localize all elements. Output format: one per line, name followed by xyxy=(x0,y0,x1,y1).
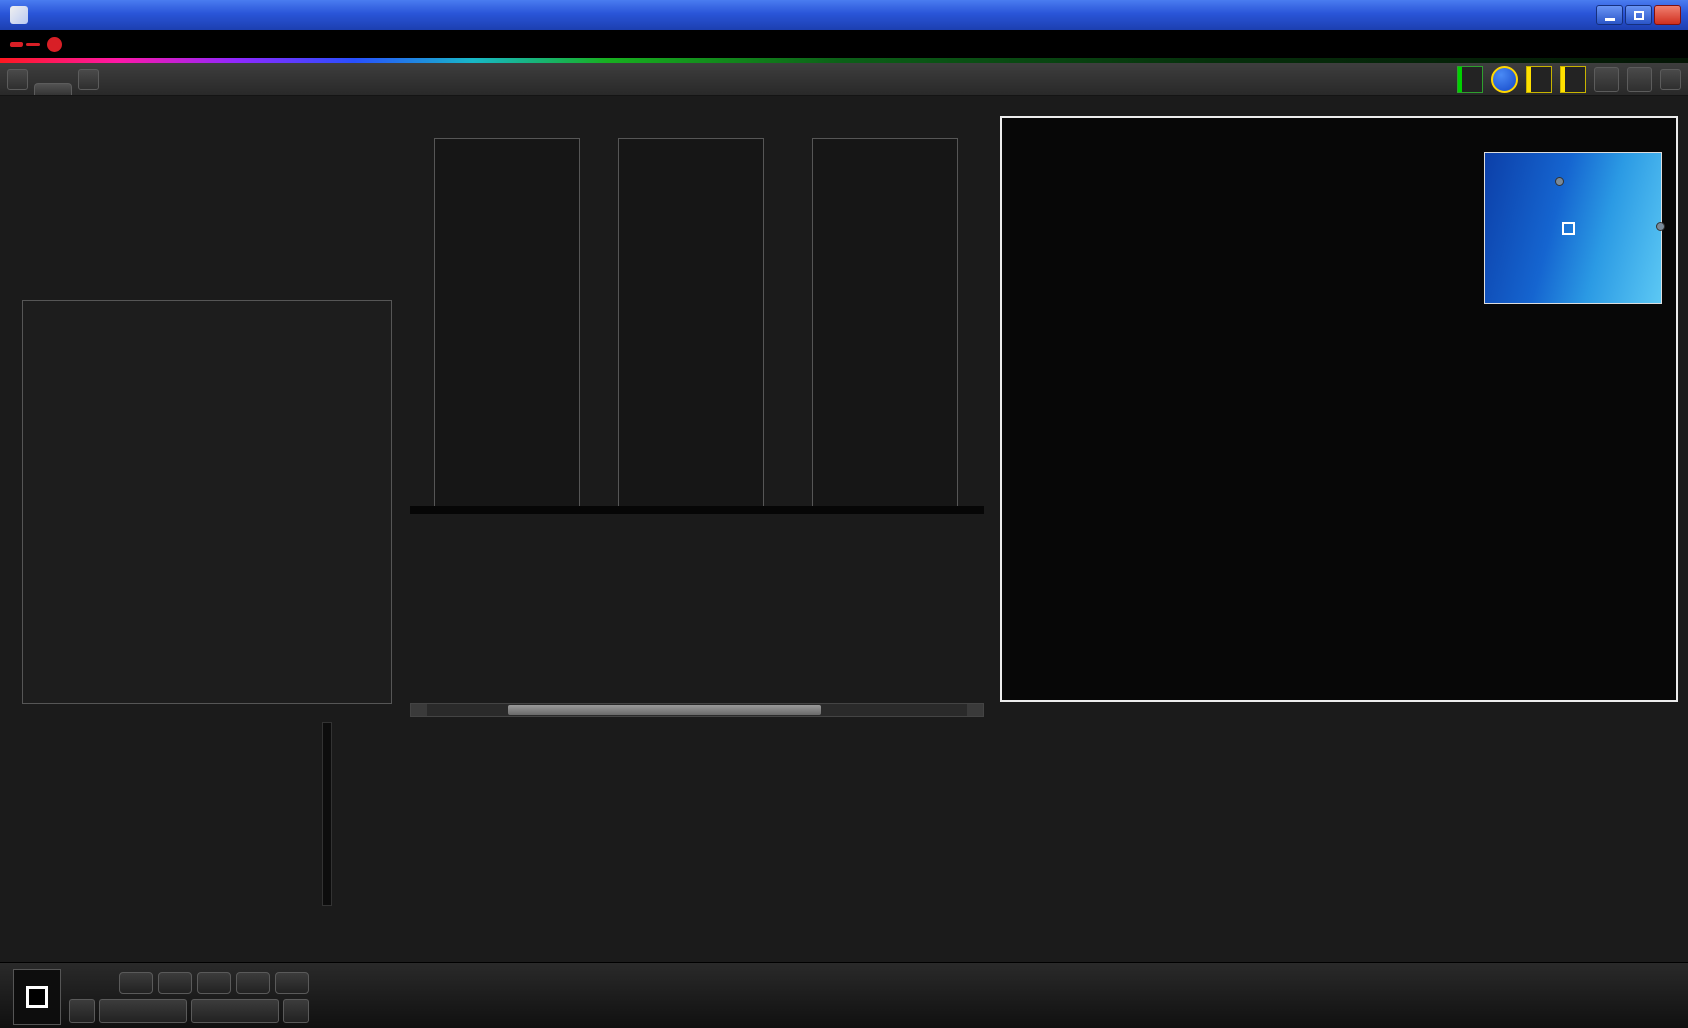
close-button[interactable] xyxy=(1654,5,1681,25)
deltac-chart xyxy=(588,120,766,510)
add-tab-button[interactable] xyxy=(78,68,99,90)
display-control-select[interactable] xyxy=(1560,65,1586,93)
record-icon[interactable] xyxy=(197,971,231,994)
plot-area xyxy=(812,138,958,510)
minimize-icon xyxy=(1604,18,1615,21)
transport-controls xyxy=(69,971,309,1023)
scroll-right-icon[interactable] xyxy=(967,704,983,716)
chart-title xyxy=(618,120,766,138)
next-chevron-button[interactable] xyxy=(283,998,309,1023)
patch-compare-strip xyxy=(410,506,984,514)
back-button[interactable] xyxy=(99,998,187,1023)
compare-scrollbar[interactable] xyxy=(410,703,984,717)
cie-chart-panel xyxy=(1000,116,1678,702)
play-icon[interactable] xyxy=(158,971,192,994)
scrollbar-thumb[interactable] xyxy=(508,705,822,715)
cie-zoom-inset xyxy=(1484,152,1665,304)
inset-measured-point xyxy=(1656,222,1665,231)
meter-status-stripe xyxy=(1458,66,1462,92)
chart-title xyxy=(434,120,582,138)
back-chevron-button[interactable] xyxy=(69,998,95,1023)
tab-history-1[interactable] xyxy=(34,83,72,95)
patch-bar xyxy=(0,962,1688,1028)
meter-select[interactable] xyxy=(1457,65,1483,93)
calman-version xyxy=(26,42,40,46)
tab-scroll-button[interactable] xyxy=(7,68,28,90)
restore-icon xyxy=(1633,10,1644,20)
logo-dropdown-icon[interactable] xyxy=(47,36,62,52)
y-axis xyxy=(404,138,434,510)
pattern-window-button[interactable] xyxy=(13,969,61,1025)
next-button[interactable] xyxy=(191,998,279,1023)
title-bar xyxy=(0,0,1688,30)
plot-area xyxy=(434,138,580,510)
chart-title xyxy=(22,282,392,300)
y-axis xyxy=(588,138,618,510)
display-status-stripe xyxy=(1561,66,1565,92)
plot-area xyxy=(618,138,764,510)
restore-button[interactable] xyxy=(1625,5,1652,25)
source-status-stripe xyxy=(1527,66,1531,92)
meter-count-badge[interactable] xyxy=(1491,65,1518,93)
tab-bar xyxy=(0,63,1688,96)
loop-icon[interactable] xyxy=(275,971,309,994)
help-button[interactable] xyxy=(1627,66,1652,92)
pattern-window-icon xyxy=(26,986,48,1008)
continuous-read-icon[interactable] xyxy=(236,971,270,994)
logo-bar xyxy=(0,30,1688,58)
calman-logo xyxy=(9,41,24,47)
table-scrollbar[interactable] xyxy=(322,722,332,906)
y-axis xyxy=(782,138,812,510)
minimize-button[interactable] xyxy=(1596,5,1623,25)
inset-measured-point xyxy=(1555,177,1565,186)
scroll-left-icon[interactable] xyxy=(411,704,427,716)
collapse-panel-button[interactable] xyxy=(1660,68,1681,90)
gear-icon[interactable] xyxy=(1594,66,1619,92)
deltae2000-plot xyxy=(22,300,392,704)
app-window xyxy=(0,0,1688,1028)
inset-target-point xyxy=(1562,222,1576,235)
stop-icon[interactable] xyxy=(119,971,153,994)
app-icon xyxy=(10,6,28,24)
scrollbar-track[interactable] xyxy=(427,704,967,716)
source-select[interactable] xyxy=(1526,65,1552,93)
deltae2000-chart xyxy=(22,282,392,726)
deltae2000-x-axis xyxy=(22,704,392,726)
chart-title xyxy=(812,120,960,138)
deltal-chart xyxy=(404,120,582,510)
deltah-chart xyxy=(782,120,960,510)
